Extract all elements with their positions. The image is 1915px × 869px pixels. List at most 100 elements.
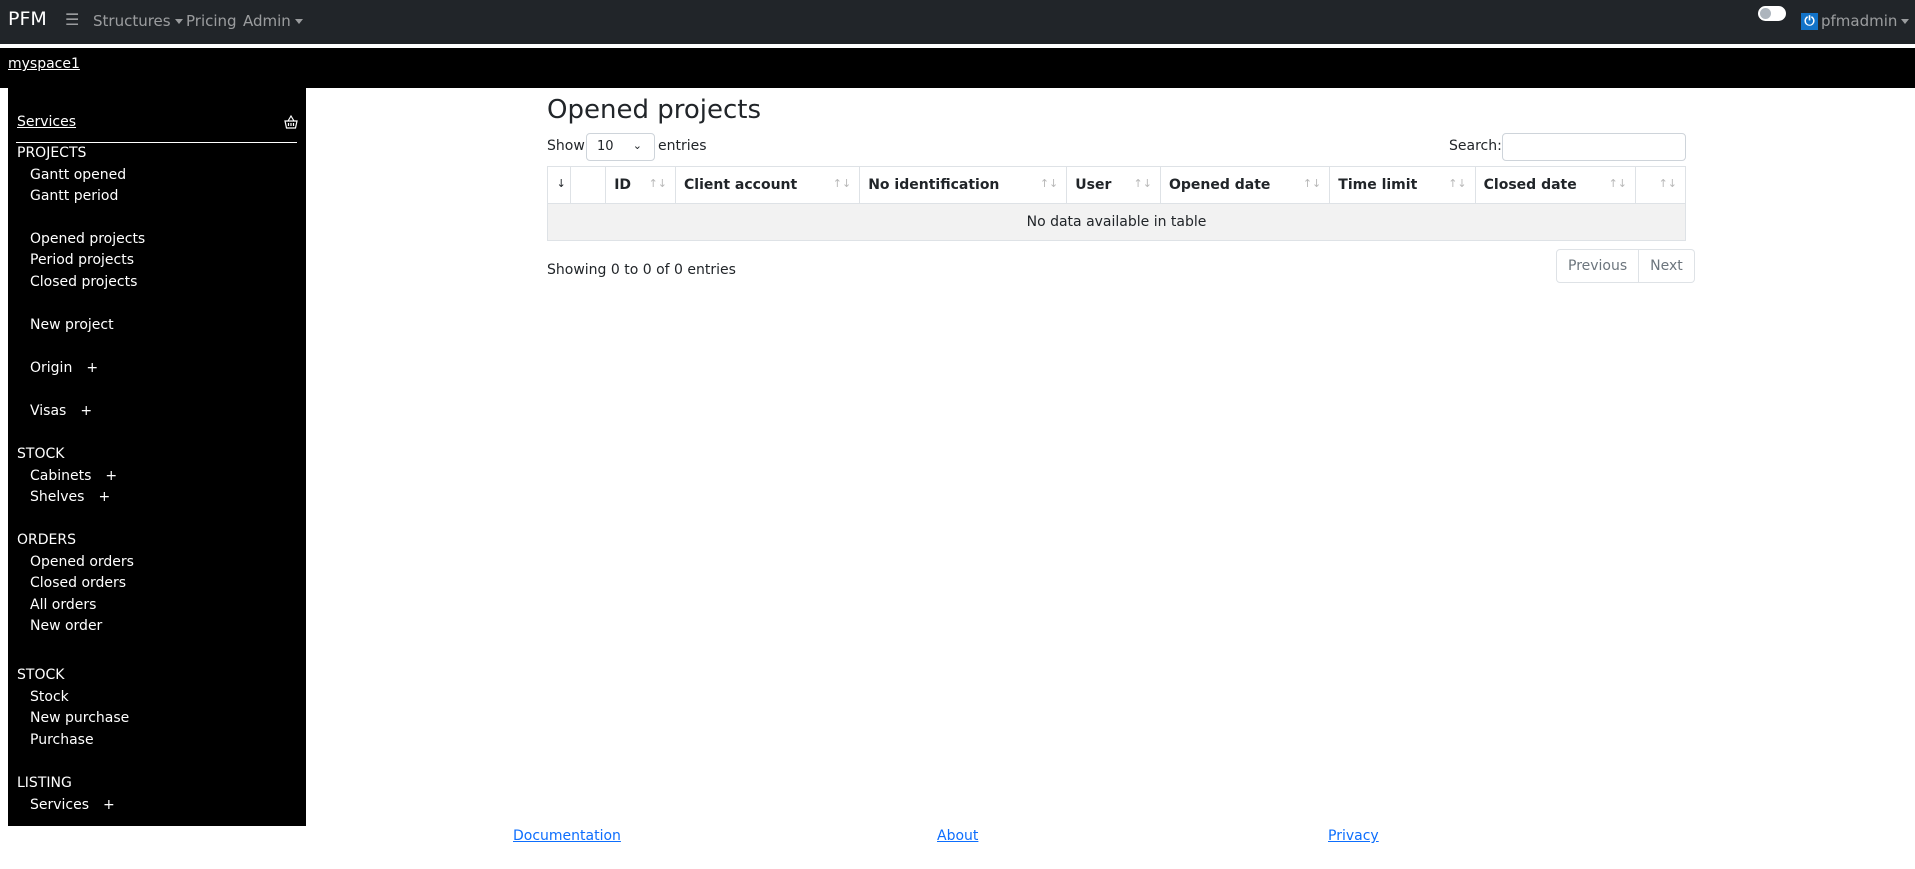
column-header-actions[interactable]: ↑↓ bbox=[1635, 166, 1686, 204]
chevron-down-icon: ⌄ bbox=[632, 139, 642, 152]
sidebar-heading-listing: LISTING bbox=[17, 775, 72, 791]
footer-documentation-link[interactable]: Documentation bbox=[513, 828, 621, 844]
column-header-client-account[interactable]: Client account ↑↓ bbox=[674, 166, 861, 204]
sidebar-item-new-purchase[interactable]: New purchase bbox=[30, 710, 129, 726]
entries-label: entries bbox=[658, 138, 707, 154]
previous-page-button[interactable]: Previous bbox=[1556, 249, 1640, 283]
sidebar-item-new-order[interactable]: New order bbox=[30, 618, 102, 634]
column-label: Closed date bbox=[1483, 177, 1577, 193]
sidebar-item-services[interactable]: Services + bbox=[30, 797, 115, 813]
sidebar-heading-projects: PROJECTS bbox=[17, 145, 87, 161]
origin-label: Origin bbox=[30, 360, 73, 376]
column-header-user[interactable]: User ↑↓ bbox=[1066, 166, 1161, 204]
shelves-label: Shelves bbox=[30, 489, 85, 505]
sidebar-item-closed-orders[interactable]: Closed orders bbox=[30, 575, 126, 591]
sidebar-heading-orders: ORDERS bbox=[17, 532, 76, 548]
column-label: Time limit bbox=[1338, 177, 1418, 193]
column-header-id[interactable]: ID ↑↓ bbox=[605, 166, 676, 204]
cabinets-label: Cabinets bbox=[30, 468, 92, 484]
visas-label: Visas bbox=[30, 403, 67, 419]
show-label: Show bbox=[547, 138, 585, 154]
entries-per-page-value: 10 bbox=[597, 139, 614, 154]
basket-icon[interactable] bbox=[283, 114, 299, 130]
toggle-knob bbox=[1760, 8, 1771, 19]
sidebar-item-stock[interactable]: Stock bbox=[30, 689, 69, 705]
sort-icon: ↑↓ bbox=[1658, 177, 1677, 190]
empty-table-message: No data available in table bbox=[547, 203, 1686, 241]
plus-icon[interactable]: + bbox=[80, 403, 92, 419]
column-label: User bbox=[1075, 177, 1112, 193]
column-header-blank bbox=[569, 166, 607, 204]
caret-down-icon bbox=[294, 19, 303, 24]
column-label: No identification bbox=[868, 177, 1000, 193]
footer-about-link[interactable]: About bbox=[937, 828, 978, 844]
hamburger-icon[interactable]: ☰ bbox=[65, 10, 79, 29]
sidebar: Services PROJECTS Gantt opened Gantt per… bbox=[8, 88, 306, 826]
column-header-opened-date[interactable]: Opened date ↑↓ bbox=[1159, 166, 1331, 204]
sort-icon: ↑↓ bbox=[1302, 177, 1322, 190]
table-row-empty: No data available in table bbox=[547, 203, 1686, 241]
username-label: pfmadmin bbox=[1821, 12, 1898, 30]
column-label: Opened date bbox=[1168, 177, 1271, 193]
sort-icon: ↑↓ bbox=[1608, 177, 1627, 190]
sidebar-item-closed-projects[interactable]: Closed projects bbox=[30, 274, 137, 290]
column-header-closed-date[interactable]: Closed date ↑↓ bbox=[1474, 166, 1637, 204]
plus-icon[interactable]: + bbox=[103, 797, 115, 813]
pagination: Previous Next bbox=[1556, 249, 1695, 283]
sort-icon: ↑↓ bbox=[832, 177, 852, 190]
sidebar-item-visas[interactable]: Visas + bbox=[30, 403, 92, 419]
power-icon: ⏻ bbox=[1801, 12, 1818, 30]
page-title: Opened projects bbox=[547, 95, 761, 125]
column-header-select[interactable]: ↓ bbox=[547, 166, 571, 204]
caret-down-icon bbox=[1901, 18, 1910, 24]
search-input[interactable] bbox=[1502, 133, 1686, 161]
sort-icon: ↑↓ bbox=[1448, 177, 1467, 190]
user-menu-dropdown[interactable]: ⏻ pfmadmin bbox=[1801, 12, 1910, 30]
services-label: Services bbox=[30, 797, 90, 813]
table-header-row: ↓ ID ↑↓ Client account ↑↓ No identificatio… bbox=[547, 166, 1686, 204]
sort-desc-icon: ↓ bbox=[556, 177, 566, 190]
sidebar-item-purchase[interactable]: Purchase bbox=[30, 732, 94, 748]
column-header-no-identification[interactable]: No identification ↑↓ bbox=[859, 166, 1068, 204]
space-bar: myspace1 bbox=[0, 48, 1915, 88]
theme-toggle[interactable] bbox=[1758, 6, 1786, 21]
sidebar-divider bbox=[16, 142, 297, 143]
space-link[interactable]: myspace1 bbox=[8, 56, 80, 72]
table-info: Showing 0 to 0 of 0 entries bbox=[547, 262, 736, 278]
search-label: Search: bbox=[1449, 138, 1502, 154]
sort-icon: ↑↓ bbox=[1039, 177, 1059, 190]
sort-icon: ↑↓ bbox=[1133, 177, 1152, 190]
sort-icon: ↑↓ bbox=[648, 177, 667, 190]
plus-icon[interactable]: + bbox=[98, 489, 110, 505]
next-page-button[interactable]: Next bbox=[1639, 249, 1695, 283]
sidebar-item-gantt-period[interactable]: Gantt period bbox=[30, 188, 118, 204]
projects-table: ↓ ID ↑↓ Client account ↑↓ No identificatio… bbox=[547, 166, 1686, 241]
sidebar-item-opened-orders[interactable]: Opened orders bbox=[30, 554, 134, 570]
nav-admin-dropdown[interactable]: Admin bbox=[243, 12, 303, 30]
sidebar-heading-stock-2: STOCK bbox=[17, 667, 65, 683]
column-label: ID bbox=[614, 177, 632, 193]
sidebar-item-all-orders[interactable]: All orders bbox=[30, 597, 96, 613]
sidebar-item-gantt-opened[interactable]: Gantt opened bbox=[30, 167, 126, 183]
sidebar-heading-stock: STOCK bbox=[17, 446, 65, 462]
sidebar-item-new-project[interactable]: New project bbox=[30, 317, 114, 333]
column-label: Client account bbox=[684, 177, 798, 193]
plus-icon[interactable]: + bbox=[86, 360, 98, 376]
footer-privacy-link[interactable]: Privacy bbox=[1328, 828, 1379, 844]
caret-down-icon bbox=[174, 19, 183, 24]
nav-admin-label: Admin bbox=[243, 12, 291, 30]
top-navbar: PFM ☰ Structures Pricing Admin ⏻ pfmadmi… bbox=[0, 0, 1915, 44]
sidebar-item-shelves[interactable]: Shelves + bbox=[30, 489, 110, 505]
brand-logo[interactable]: PFM bbox=[8, 8, 47, 30]
sidebar-item-period-projects[interactable]: Period projects bbox=[30, 252, 134, 268]
nav-structures-dropdown[interactable]: Structures bbox=[93, 12, 183, 30]
column-header-time-limit[interactable]: Time limit ↑↓ bbox=[1329, 166, 1476, 204]
nav-structures-label: Structures bbox=[93, 12, 171, 30]
sidebar-item-opened-projects[interactable]: Opened projects bbox=[30, 231, 145, 247]
entries-per-page-select[interactable]: 10 ⌄ bbox=[586, 133, 655, 161]
plus-icon[interactable]: + bbox=[105, 468, 117, 484]
sidebar-item-origin[interactable]: Origin + bbox=[30, 360, 98, 376]
sidebar-services-link[interactable]: Services bbox=[17, 114, 76, 130]
nav-pricing-link[interactable]: Pricing bbox=[186, 12, 237, 30]
sidebar-item-cabinets[interactable]: Cabinets + bbox=[30, 468, 117, 484]
